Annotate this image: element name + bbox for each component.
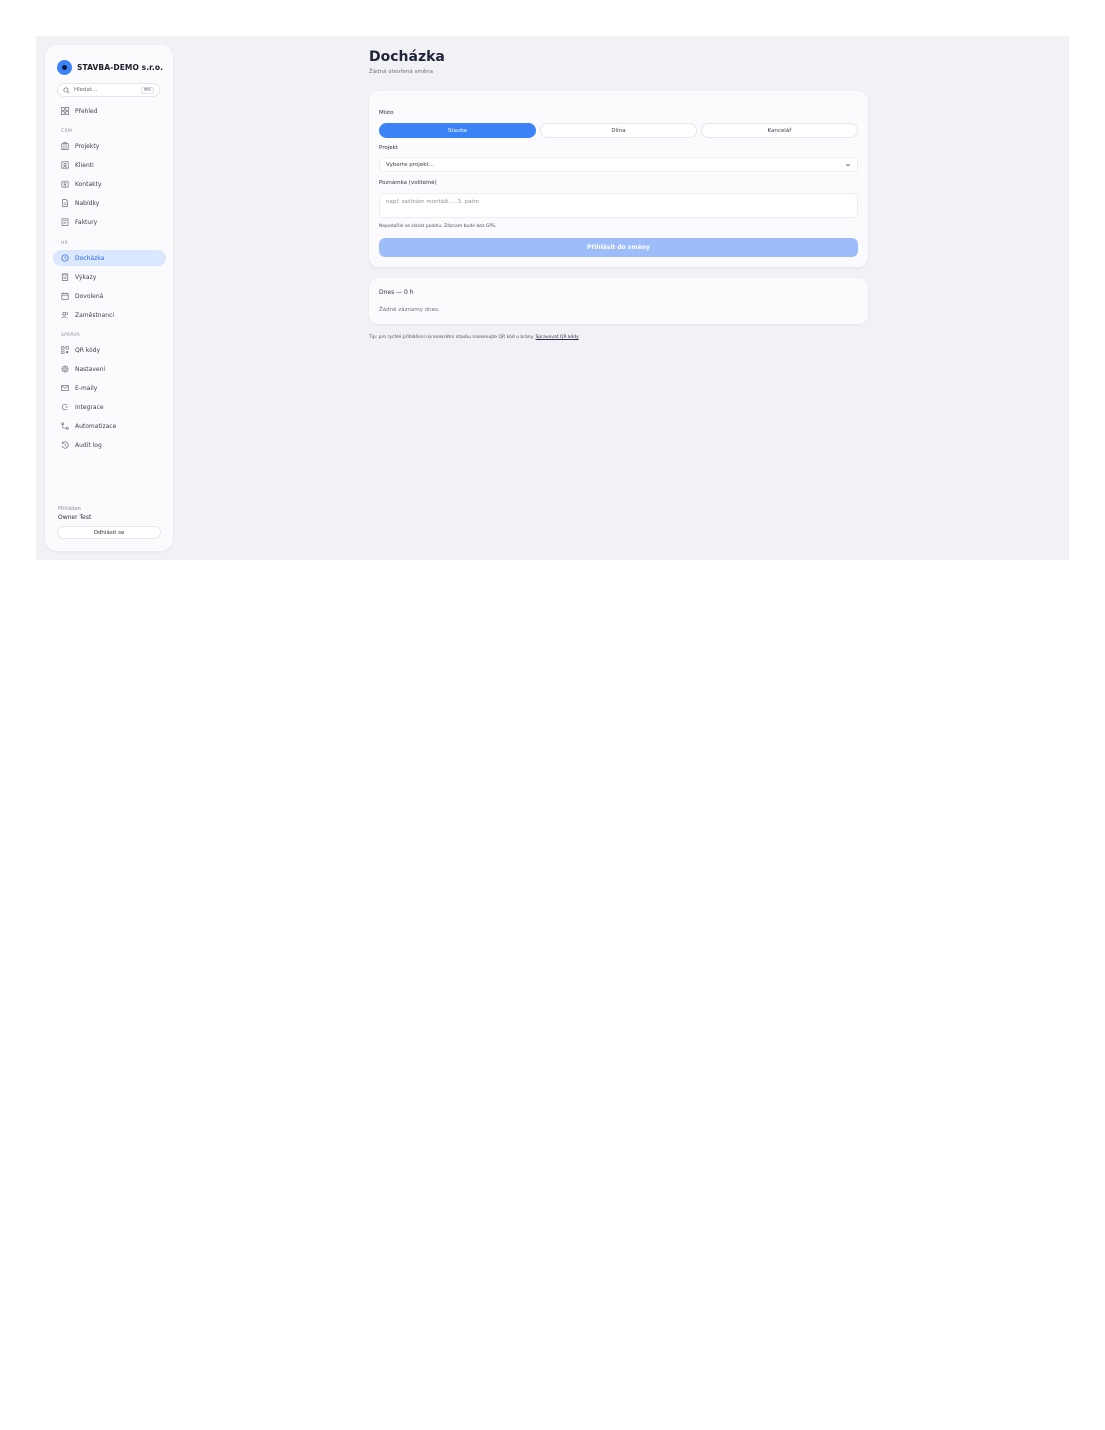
project-select[interactable]: Vyberte projekt… xyxy=(379,157,858,172)
sidebar-item-label: Integrace xyxy=(75,403,104,411)
place-label: Místo xyxy=(379,110,394,116)
sidebar-item-label: Kontakty xyxy=(75,180,102,188)
search-placeholder: Hledat… xyxy=(74,87,98,93)
check-in-form-card: Místo Stavba Dílna Kancelář Projekt Vybe… xyxy=(369,91,868,267)
sidebar-item-faktury[interactable]: Faktury xyxy=(53,214,166,230)
page-subtitle: Žádná otevřená směna xyxy=(369,69,433,75)
app-frame: STAVBA-DEMO s.r.o. Hledat… ⌘K Přehled CR… xyxy=(36,36,1069,560)
section-label-hr: HR xyxy=(61,241,69,246)
manage-qr-link[interactable]: Spravovat QR kódy xyxy=(536,335,579,340)
check-in-button[interactable]: Přihlásit do směny xyxy=(379,238,858,257)
qr-icon xyxy=(61,346,69,354)
sidebar-item-kontakty[interactable]: Kontakty xyxy=(53,176,166,192)
brand-name: STAVBA-DEMO s.r.o. xyxy=(77,63,164,72)
gps-hint: Nepodařilo se získat polohu. Záznam bude… xyxy=(379,224,497,229)
flow-icon xyxy=(61,422,69,430)
user-card-icon xyxy=(61,180,69,188)
place-option-stavba[interactable]: Stavba xyxy=(379,123,536,138)
sidebar-item-label: Přehled xyxy=(75,107,98,115)
sidebar-item-label: Nastavení xyxy=(75,365,106,373)
clipboard-icon xyxy=(61,273,69,281)
grid-icon xyxy=(61,107,69,115)
sidebar-item-qr-kody[interactable]: QR kódy xyxy=(53,342,166,358)
today-title: Dnes — 0 h xyxy=(379,289,414,296)
sidebar-item-label: Dovolená xyxy=(75,292,104,300)
section-label-sprava: SPRÁVA xyxy=(61,333,80,338)
users-icon xyxy=(61,311,68,319)
note-textarea[interactable]: např. začínám montáží, …3. patro xyxy=(379,193,858,218)
sidebar-item-label: Projekty xyxy=(75,142,100,150)
sidebar-item-projekty[interactable]: Projekty xyxy=(53,138,166,154)
clock-icon xyxy=(61,254,69,262)
sidebar-item-dovolena[interactable]: Dovolená xyxy=(53,288,166,304)
place-option-kancelar[interactable]: Kancelář xyxy=(701,123,858,138)
gear-icon xyxy=(61,365,69,373)
project-label: Projekt xyxy=(379,145,398,151)
sidebar: STAVBA-DEMO s.r.o. Hledat… ⌘K Přehled CR… xyxy=(45,45,173,551)
user-name: Owner Test xyxy=(58,514,92,521)
sidebar-item-label: Nabídky xyxy=(75,199,100,207)
sidebar-item-automatizace[interactable]: Automatizace xyxy=(53,418,166,434)
sidebar-item-vykazy[interactable]: Výkazy xyxy=(53,269,166,285)
qr-tip-text: Tip: pro rychlé přihlášení na konkrétní … xyxy=(369,335,535,340)
sidebar-item-integrace[interactable]: Integrace xyxy=(53,399,166,415)
sidebar-item-e-maily[interactable]: E-maily xyxy=(53,380,166,396)
sidebar-item-label: E-maily xyxy=(75,384,98,392)
sidebar-item-audit-log[interactable]: Audit log xyxy=(53,437,166,453)
search-icon xyxy=(63,86,70,94)
mail-icon xyxy=(61,385,69,391)
history-icon xyxy=(61,441,69,449)
calendar-icon xyxy=(61,292,69,300)
sidebar-item-prehled[interactable]: Přehled xyxy=(53,103,166,119)
sidebar-item-label: QR kódy xyxy=(75,346,101,354)
sidebar-item-label: Docházka xyxy=(75,254,105,262)
today-empty-state: Žádné záznamy dnes. xyxy=(379,307,440,313)
brand[interactable]: STAVBA-DEMO s.r.o. xyxy=(57,60,163,75)
note-label: Poznámka (volitelné) xyxy=(379,180,437,186)
building-icon xyxy=(61,142,69,150)
page-title: Docházka xyxy=(369,49,445,65)
user-role: Přihlášen xyxy=(58,506,81,512)
sidebar-item-nastaveni[interactable]: Nastavení xyxy=(53,361,166,377)
search-shortcut: ⌘K xyxy=(140,86,154,94)
place-option-dilna[interactable]: Dílna xyxy=(540,123,697,138)
sidebar-item-label: Klienti xyxy=(75,161,94,169)
sidebar-item-label: Automatizace xyxy=(75,422,117,430)
document-icon xyxy=(62,199,68,207)
sidebar-item-label: Zaměstnanci xyxy=(75,311,115,319)
sidebar-item-klienti[interactable]: Klienti xyxy=(53,157,166,173)
project-select-value: Vyberte projekt… xyxy=(386,161,435,168)
today-card: Dnes — 0 h Žádné záznamy dnes. xyxy=(369,278,868,324)
chevron-down-icon xyxy=(845,163,851,166)
sidebar-item-label: Výkazy xyxy=(75,273,97,281)
sidebar-item-dochazka[interactable]: Docházka xyxy=(53,250,166,266)
sidebar-item-label: Audit log xyxy=(75,441,102,449)
brand-logo xyxy=(57,60,72,75)
qr-tip: Tip: pro rychlé přihlášení na konkrétní … xyxy=(369,335,579,340)
logout-button[interactable]: Odhlásit se xyxy=(57,526,161,539)
contacts-icon xyxy=(61,161,69,169)
section-label-crm: CRM xyxy=(61,129,73,134)
sidebar-item-zamestnanci[interactable]: Zaměstnanci xyxy=(53,307,166,323)
invoice-icon xyxy=(61,218,69,226)
sidebar-item-label: Faktury xyxy=(75,218,98,226)
plug-icon xyxy=(61,403,69,411)
search-input[interactable]: Hledat… ⌘K xyxy=(57,83,160,97)
sidebar-item-nabidky[interactable]: Nabídky xyxy=(53,195,166,211)
